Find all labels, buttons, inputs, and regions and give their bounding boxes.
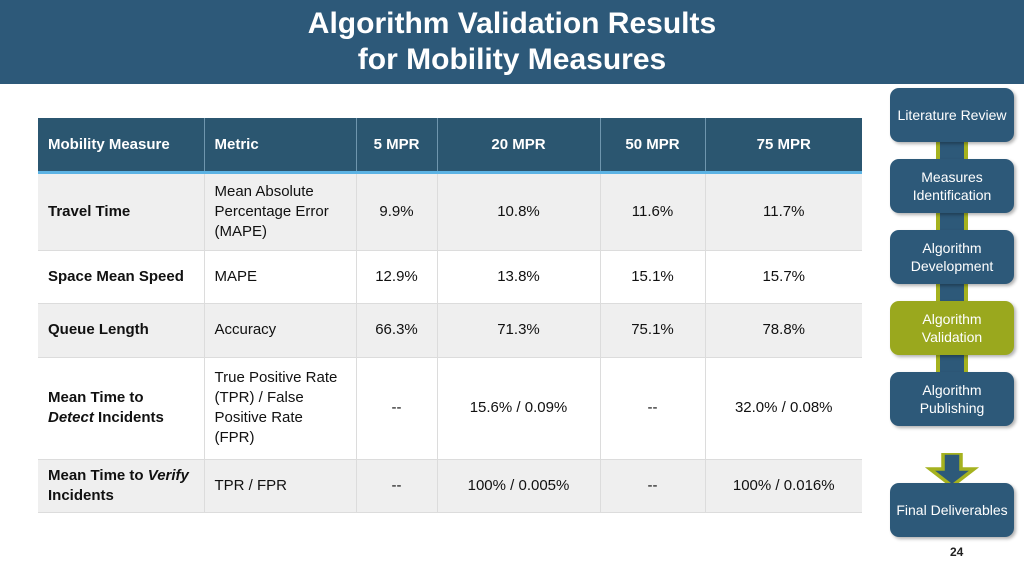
table-body: Travel Time Mean Absolute Percentage Err… <box>38 172 862 513</box>
column-header-20-mpr: 20 MPR <box>437 118 601 174</box>
column-header-75-mpr: 75 MPR <box>705 118 862 174</box>
table-row: Travel Time Mean Absolute Percentage Err… <box>38 172 862 251</box>
cell-value-50-mpr: -- <box>600 459 706 513</box>
cell-value-50-mpr: 11.6% <box>600 172 706 251</box>
cell-measure: Space Mean Speed <box>38 250 205 304</box>
measure-emphasis: Detect <box>48 409 94 426</box>
flow-step-label: Algorithm Publishing <box>919 382 985 416</box>
column-header-5-mpr: 5 MPR <box>356 118 438 174</box>
measure-text: Queue Length <box>48 321 149 338</box>
cell-value-50-mpr: -- <box>600 357 706 460</box>
cell-value-20-mpr: 13.8% <box>437 250 601 304</box>
cell-metric: TPR / FPR <box>204 459 357 513</box>
column-header-mobility-measure: Mobility Measure <box>38 118 205 174</box>
cell-value-5-mpr: 66.3% <box>356 303 438 358</box>
cell-value-75-mpr: 32.0% / 0.08% <box>705 357 862 460</box>
cell-metric: Accuracy <box>204 303 357 358</box>
measure-text: Mean Time to <box>48 389 144 406</box>
flow-step-label: Measures Identification <box>912 169 992 203</box>
flow-step-label: Algorithm Validation <box>921 311 983 345</box>
table-row: Mean Time to Verify Incidents TPR / FPR … <box>38 459 862 513</box>
cell-value-75-mpr: 11.7% <box>705 172 862 251</box>
table-header-row: Mobility Measure Metric 5 MPR 20 MPR 50 … <box>38 118 862 174</box>
process-flow-chart: Literature Review Measures Identificatio… <box>884 85 1020 555</box>
cell-metric: MAPE <box>204 250 357 304</box>
measure-tail: Incidents <box>48 486 114 504</box>
cell-metric: Mean Absolute Percentage Error (MAPE) <box>204 172 357 251</box>
flow-step-algorithm-development[interactable]: Algorithm Development <box>890 230 1014 284</box>
flow-step-measures-identification[interactable]: Measures Identification <box>890 159 1014 213</box>
cell-value-5-mpr: -- <box>356 357 438 460</box>
measure-text: Travel Time <box>48 202 131 220</box>
slide-title-line-1: Algorithm Validation Results <box>307 7 717 40</box>
cell-value-75-mpr: 15.7% <box>705 250 862 304</box>
cell-value-5-mpr: 9.9% <box>356 172 438 251</box>
page-number: 24 <box>950 545 964 559</box>
cell-value-5-mpr: 12.9% <box>356 250 438 304</box>
flow-step-label: Final Deliverables <box>896 502 1008 518</box>
slide-title-banner: Algorithm Validation Results for Mobilit… <box>0 0 1024 84</box>
flow-step-algorithm-validation[interactable]: Algorithm Validation <box>890 301 1014 355</box>
cell-metric: True Positive Rate (TPR) / False Positiv… <box>204 357 357 460</box>
cell-value-50-mpr: 15.1% <box>600 250 706 304</box>
flow-step-label: Literature Review <box>897 107 1007 123</box>
measure-text: Space Mean Speed <box>48 267 184 285</box>
cell-measure: Travel Time <box>38 172 205 251</box>
down-arrow-icon <box>924 453 980 487</box>
cell-value-75-mpr: 100% / 0.016% <box>705 459 862 513</box>
cell-value-5-mpr: -- <box>356 459 438 513</box>
flow-step-label: Algorithm Development <box>910 240 994 274</box>
column-header-metric: Metric <box>204 118 357 174</box>
table-row: Space Mean Speed MAPE 12.9% 13.8% 15.1% … <box>38 250 862 304</box>
cell-value-50-mpr: 75.1% <box>600 303 706 358</box>
cell-measure: Queue Length <box>38 303 205 358</box>
measure-tail: Incidents <box>93 409 164 426</box>
flow-step-final-deliverables[interactable]: Final Deliverables <box>890 483 1014 537</box>
cell-value-20-mpr: 10.8% <box>437 172 601 251</box>
flow-step-algorithm-publishing[interactable]: Algorithm Publishing <box>890 372 1014 426</box>
measure-text: Mean Time to <box>48 466 148 484</box>
cell-value-20-mpr: 71.3% <box>437 303 601 358</box>
measure-emphasis: Verify <box>147 466 189 484</box>
flow-arrow-connector-5 <box>922 453 982 487</box>
cell-measure: Mean Time to Detect Incidents <box>38 357 205 460</box>
validation-results-table: Mobility Measure Metric 5 MPR 20 MPR 50 … <box>38 118 862 513</box>
cell-value-20-mpr: 100% / 0.005% <box>437 459 601 513</box>
cell-value-20-mpr: 15.6% / 0.09% <box>437 357 601 460</box>
table-row: Mean Time to Detect Incidents True Posit… <box>38 357 862 460</box>
column-header-50-mpr: 50 MPR <box>600 118 706 174</box>
slide-title-line-2: for Mobility Measures <box>357 43 667 76</box>
cell-measure: Mean Time to Verify Incidents <box>38 459 205 513</box>
table-header: Mobility Measure Metric 5 MPR 20 MPR 50 … <box>38 118 862 174</box>
flow-step-literature-review[interactable]: Literature Review <box>890 88 1014 142</box>
cell-value-75-mpr: 78.8% <box>705 303 862 358</box>
table-row: Queue Length Accuracy 66.3% 71.3% 75.1% … <box>38 303 862 358</box>
